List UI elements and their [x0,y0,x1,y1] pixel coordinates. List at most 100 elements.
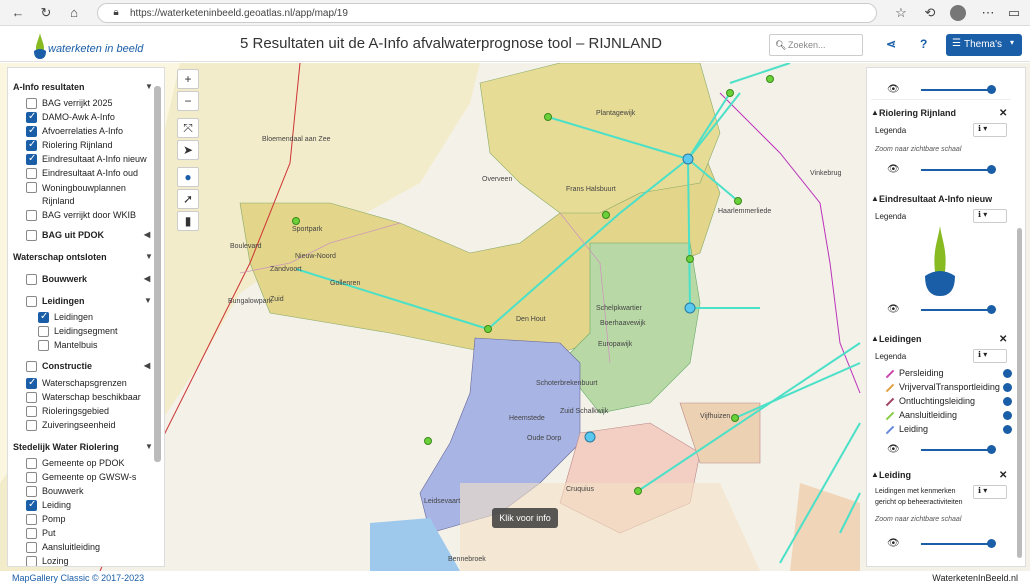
list-icon: ☰ [952,38,961,49]
check-icon[interactable] [1003,425,1012,434]
opacity-slider[interactable] [921,305,996,314]
footer-copyright[interactable]: MapGallery Classic © 2017-2023 [12,573,144,583]
close-icon[interactable]: ✕ [999,108,1007,119]
slider-knob[interactable] [987,165,996,174]
chevron-down-icon: ▼ [145,82,153,91]
legend-swatch [885,425,895,435]
eye-icon[interactable]: 👁︎ [887,164,900,175]
checkbox[interactable] [26,125,37,137]
zoom-hint: Zoom naar zichtbare schaal [875,516,962,523]
info-dropdown[interactable]: ℹ ▾ [973,209,1007,223]
zoom-out-button[interactable]: − [177,91,199,111]
slider-knob[interactable] [987,445,996,454]
chevron-up-icon[interactable]: ▲ [871,108,879,117]
ruler-icon[interactable]: ▮ [177,211,199,231]
fullscreen-icon[interactable]: ⤧ [177,118,199,138]
eye-icon[interactable]: 👁︎ [887,538,900,549]
layer-panel: A-Info resultaten ▼ BAG verrijkt 2025 DA… [7,67,165,567]
sidebar-toggle-icon[interactable]: ▭ [1006,5,1022,21]
checkbox[interactable] [26,230,37,241]
close-icon[interactable]: ✕ [999,470,1007,481]
home-icon[interactable]: ⌂ [66,5,82,21]
svg-text:Frans Halsbuurt: Frans Halsbuurt [566,186,616,193]
opacity-slider[interactable] [921,165,996,174]
checkbox[interactable] [26,556,37,566]
themes-button[interactable]: ☰ Thema's ▾ [946,34,1022,56]
checkbox[interactable] [26,274,37,285]
eye-icon[interactable]: 👁︎ [887,444,900,455]
eye-icon[interactable]: 👁︎ [887,84,900,95]
checkbox[interactable] [26,486,37,497]
checkbox[interactable] [26,361,37,372]
checkbox[interactable] [26,406,37,417]
chevron-up-icon[interactable]: ▲ [871,470,879,479]
opacity-slider[interactable] [921,539,996,548]
svg-text:Schelpkwartier: Schelpkwartier [596,305,643,312]
info-dropdown[interactable]: ℹ ▾ [973,123,1007,137]
checkbox[interactable] [26,296,37,307]
slider-knob[interactable] [987,305,996,314]
checkbox[interactable] [26,139,37,151]
checkbox[interactable] [26,377,37,389]
footer-site-link[interactable]: WaterketenInBeeld.nl [932,573,1018,583]
svg-text:Nieuw-Noord: Nieuw-Noord [295,253,336,260]
help-icon[interactable]: ? [920,37,927,51]
eye-icon[interactable]: 👁︎ [887,304,900,315]
checkbox[interactable] [26,153,37,165]
checkbox[interactable] [26,98,37,109]
chevron-up-icon[interactable]: ▲ [871,194,879,203]
zoom-in-button[interactable]: + [177,69,199,89]
legend-panel-scrollbar[interactable] [1017,228,1022,558]
svg-text:Vijfhuizen: Vijfhuizen [700,413,730,420]
search-input[interactable]: 🔍︎ Zoeken... [769,34,863,56]
info-dropdown[interactable]: ℹ ▾ [973,485,1007,499]
check-icon[interactable] [1003,411,1012,420]
checkbox[interactable] [38,326,49,337]
slider-knob[interactable] [987,539,996,548]
url-text: https://waterketeninbeeld.geoatlas.nl/ap… [130,8,348,19]
more-icon[interactable]: ⋯ [980,5,996,21]
checkbox[interactable] [26,514,37,525]
checkbox[interactable] [26,210,37,221]
search-icon: 🔍︎ [775,40,787,50]
logo[interactable]: waterketen in beeld [30,31,170,59]
opacity-slider[interactable] [921,445,996,454]
lock-icon: 🔒︎ [113,7,119,18]
checkbox[interactable] [26,542,37,553]
checkbox[interactable] [26,392,37,403]
svg-text:Bennebroek: Bennebroek [448,556,486,563]
opacity-slider[interactable] [921,85,996,94]
refresh-icon[interactable]: ↻ [38,5,54,21]
check-icon[interactable] [1003,369,1012,378]
layer-panel-scrollbar[interactable] [154,86,161,462]
info-tooltip[interactable]: Klik voor info [492,508,558,528]
history-icon[interactable]: ⟲ [922,5,938,21]
close-icon[interactable]: ✕ [999,334,1007,345]
checkbox[interactable] [26,499,37,511]
check-icon[interactable] [1003,383,1012,392]
checkbox[interactable] [26,168,37,179]
avatar[interactable] [950,5,966,21]
checkbox[interactable] [26,182,37,193]
info-dropdown[interactable]: ℹ ▾ [973,349,1007,363]
address-bar[interactable]: 🔒︎ https://waterketeninbeeld.geoatlas.nl… [97,3,877,23]
locate-icon[interactable]: ➤ [177,140,199,160]
cursor-icon[interactable]: ➚ [177,189,199,209]
slider-knob[interactable] [987,85,996,94]
svg-text:Schoterbrekenbuurt: Schoterbrekenbuurt [536,380,598,387]
checkbox[interactable] [38,340,49,351]
favorites-icon[interactable]: ☆ [893,5,909,21]
back-icon[interactable]: ← [10,5,26,21]
checkbox[interactable] [26,458,37,469]
legend-swatch [885,383,895,393]
check-icon[interactable] [1003,397,1012,406]
pin-icon[interactable]: ● [177,167,199,187]
chevron-up-icon[interactable]: ▲ [871,334,879,343]
section-title: Riolering Rijnland [879,108,957,118]
checkbox[interactable] [26,528,37,539]
checkbox[interactable] [26,111,37,123]
checkbox[interactable] [38,311,49,323]
checkbox[interactable] [26,472,37,483]
share-icon[interactable]: ⋖ [886,37,896,51]
checkbox[interactable] [26,420,37,431]
